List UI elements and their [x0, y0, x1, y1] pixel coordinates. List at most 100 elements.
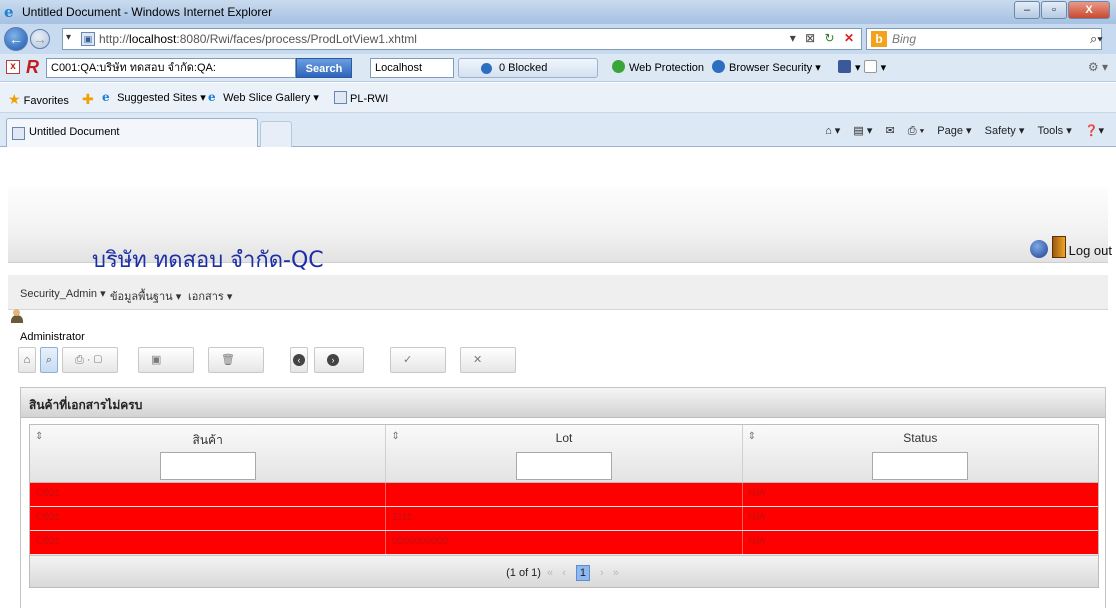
compat-view-icon: ▾ ⊠: [789, 31, 819, 45]
url-text[interactable]: http://localhost:8080/Rwi/faces/process/…: [99, 32, 417, 46]
social-buttons[interactable]: ▾ ▾: [838, 60, 886, 74]
column-status[interactable]: ⇕ Status: [743, 425, 1098, 482]
minimize-button[interactable]: –: [1014, 1, 1040, 19]
server-select[interactable]: Localhost: [370, 58, 454, 78]
browser-security-button[interactable]: Browser Security ▾: [712, 60, 821, 74]
column-label: Status: [903, 431, 938, 445]
delete-button[interactable]: 🗑: [208, 347, 264, 373]
facebook-icon: [838, 60, 851, 73]
favorites-button[interactable]: ★ Favorites: [8, 91, 69, 108]
approve-button[interactable]: ✓: [390, 347, 446, 373]
column-product[interactable]: ⇕ สินค้า: [30, 425, 387, 482]
menu-security-admin[interactable]: Security_Admin ▾: [20, 287, 106, 300]
safety-menu[interactable]: Safety ▾: [985, 125, 1025, 137]
company-name: บริษัท ทดสอบ จำกัด-QC: [92, 248, 324, 273]
feeds-icon[interactable]: ▤ ▾: [853, 125, 872, 137]
stop-icon: ✕: [843, 31, 857, 45]
fav-web-slice-gallery[interactable]: e Web Slice Gallery ▾: [208, 91, 319, 104]
help-icon[interactable]: ❓▾: [1085, 125, 1104, 137]
window-title: Untitled Document - Windows Internet Exp…: [22, 5, 273, 19]
toolbar-close-icon[interactable]: x: [6, 60, 20, 74]
recent-pages-chevron-icon[interactable]: ▾: [66, 32, 71, 43]
info-icon: [1029, 240, 1048, 258]
action-toolbar: ⌂ ⌕ ⎙ · ▢ ▣ 🗑 ‹ › ✓ ✕: [18, 347, 578, 375]
next-page-button[interactable]: ›: [600, 567, 604, 579]
tab-bar: Untitled Document ⌂ ▾ ▤ ▾ ✉ ⎙ ▾ Page ▾ S…: [0, 113, 1116, 147]
tab-label: Untitled Document: [29, 126, 120, 138]
panel-title: สินค้าที่เอกสารไม่ครบ: [21, 388, 1105, 418]
fav-pl-rwi[interactable]: PL-RWI: [334, 91, 388, 105]
command-bar: ⌂ ▾ ▤ ▾ ✉ ⎙ ▾ Page ▾ Safety ▾ Tools ▾ ❓▾: [815, 124, 1104, 138]
lock-shield-icon: [712, 60, 725, 73]
close-button[interactable]: X: [1068, 1, 1110, 19]
table-row[interactable]: C001 N/A: [30, 483, 1098, 507]
next-button[interactable]: ›: [314, 347, 364, 373]
page-icon: [12, 127, 25, 140]
page-summary: (1 of 1): [506, 567, 541, 579]
page-menu[interactable]: Page ▾: [937, 125, 971, 137]
user-icon: [11, 309, 23, 323]
forward-button[interactable]: →: [30, 29, 50, 49]
bing-logo-icon: b: [871, 31, 887, 47]
home-button[interactable]: ⌂: [18, 347, 36, 373]
logout-link[interactable]: Log out: [1029, 236, 1112, 258]
maximize-button[interactable]: ▫: [1041, 1, 1067, 19]
home-icon[interactable]: ⌂ ▾: [825, 125, 840, 137]
bing-placeholder: Bing: [892, 32, 917, 46]
cell-lot: 1111: [386, 507, 743, 530]
read-mail-icon[interactable]: ✉: [885, 125, 894, 137]
toolbar-search-input[interactable]: C001:QA:บริษัท ทดสอบ จำกัด:QA:: [46, 58, 296, 78]
first-page-button[interactable]: «: [547, 567, 553, 579]
toolbar-logo-icon: R: [26, 57, 39, 77]
popup-blocked-button[interactable]: 0 Blocked: [458, 58, 598, 78]
table-paginator: (1 of 1) « ‹ 1 › »: [30, 555, 1098, 587]
previous-button[interactable]: ‹: [290, 347, 308, 373]
door-icon: [1051, 236, 1066, 258]
ie-icon: e: [208, 90, 216, 104]
column-label: สินค้า: [192, 433, 223, 447]
prev-page-button[interactable]: ‹: [562, 567, 566, 579]
column-lot[interactable]: ⇕ Lot: [386, 425, 743, 482]
cell-lot: 0000000000: [386, 531, 743, 554]
navigation-bar: ← → ▾ ▣ http://localhost:8080/Rwi/faces/…: [0, 24, 1116, 54]
status-filter-input[interactable]: [872, 452, 969, 480]
search-button[interactable]: ⌕: [40, 347, 58, 373]
addon-toolbar: x R C001:QA:บริษัท ทดสอบ จำกัด:QA: Searc…: [0, 54, 1116, 82]
print-button[interactable]: ⎙ · ▢: [62, 347, 118, 373]
search-go-icon[interactable]: ⌕▾: [1090, 31, 1103, 47]
table-row[interactable]: C001 1111 N/A: [30, 507, 1098, 531]
blocked-icon: [481, 63, 492, 74]
favorites-bar: ★ Favorites ✚ e Suggested Sites ▾ e Web …: [0, 83, 1116, 113]
tools-menu[interactable]: Tools ▾: [1037, 125, 1071, 137]
last-page-button[interactable]: »: [613, 567, 619, 579]
cell-status: N/A: [748, 488, 766, 499]
address-tools[interactable]: ▾ ⊠ ↻ ✕: [790, 31, 857, 45]
menu-master-data[interactable]: ข้อมูลพื้นฐาน ▾: [110, 287, 181, 305]
mail-icon: [863, 60, 877, 73]
menu-documents[interactable]: เอกสาร ▾: [188, 287, 232, 305]
refresh-icon: ↻: [824, 31, 838, 45]
star-icon: ★: [8, 91, 21, 107]
cell-lot: [386, 483, 743, 506]
fav-suggested-sites[interactable]: e Suggested Sites ▾: [102, 91, 206, 104]
product-filter-input[interactable]: [159, 452, 256, 480]
web-protection-button[interactable]: Web Protection: [612, 60, 704, 74]
page-icon: ▣: [81, 32, 95, 46]
back-button[interactable]: ←: [4, 27, 28, 51]
address-bar[interactable]: ▾ ▣ http://localhost:8080/Rwi/faces/proc…: [62, 28, 862, 50]
new-tab-button[interactable]: [260, 121, 292, 147]
lot-filter-input[interactable]: [515, 452, 612, 480]
table-row[interactable]: C001 0000000000 N/A: [30, 531, 1098, 555]
print-icon[interactable]: ⎙ ▾: [908, 125, 924, 137]
cell-product: C001: [30, 483, 387, 506]
cancel-button[interactable]: ✕: [460, 347, 516, 373]
tab-untitled-document[interactable]: Untitled Document: [6, 118, 258, 147]
page-1-button[interactable]: 1: [575, 565, 590, 581]
toolbar-options-icon[interactable]: ⚙ ▾: [1088, 60, 1108, 74]
add-favorite-icon[interactable]: ✚: [82, 91, 94, 108]
bing-search-box[interactable]: b Bing: [866, 28, 1102, 50]
column-label: Lot: [555, 431, 573, 445]
window-controls: – ▫ X: [1013, 1, 1110, 19]
save-button[interactable]: ▣: [138, 347, 194, 373]
toolbar-search-button[interactable]: Search: [296, 58, 352, 78]
